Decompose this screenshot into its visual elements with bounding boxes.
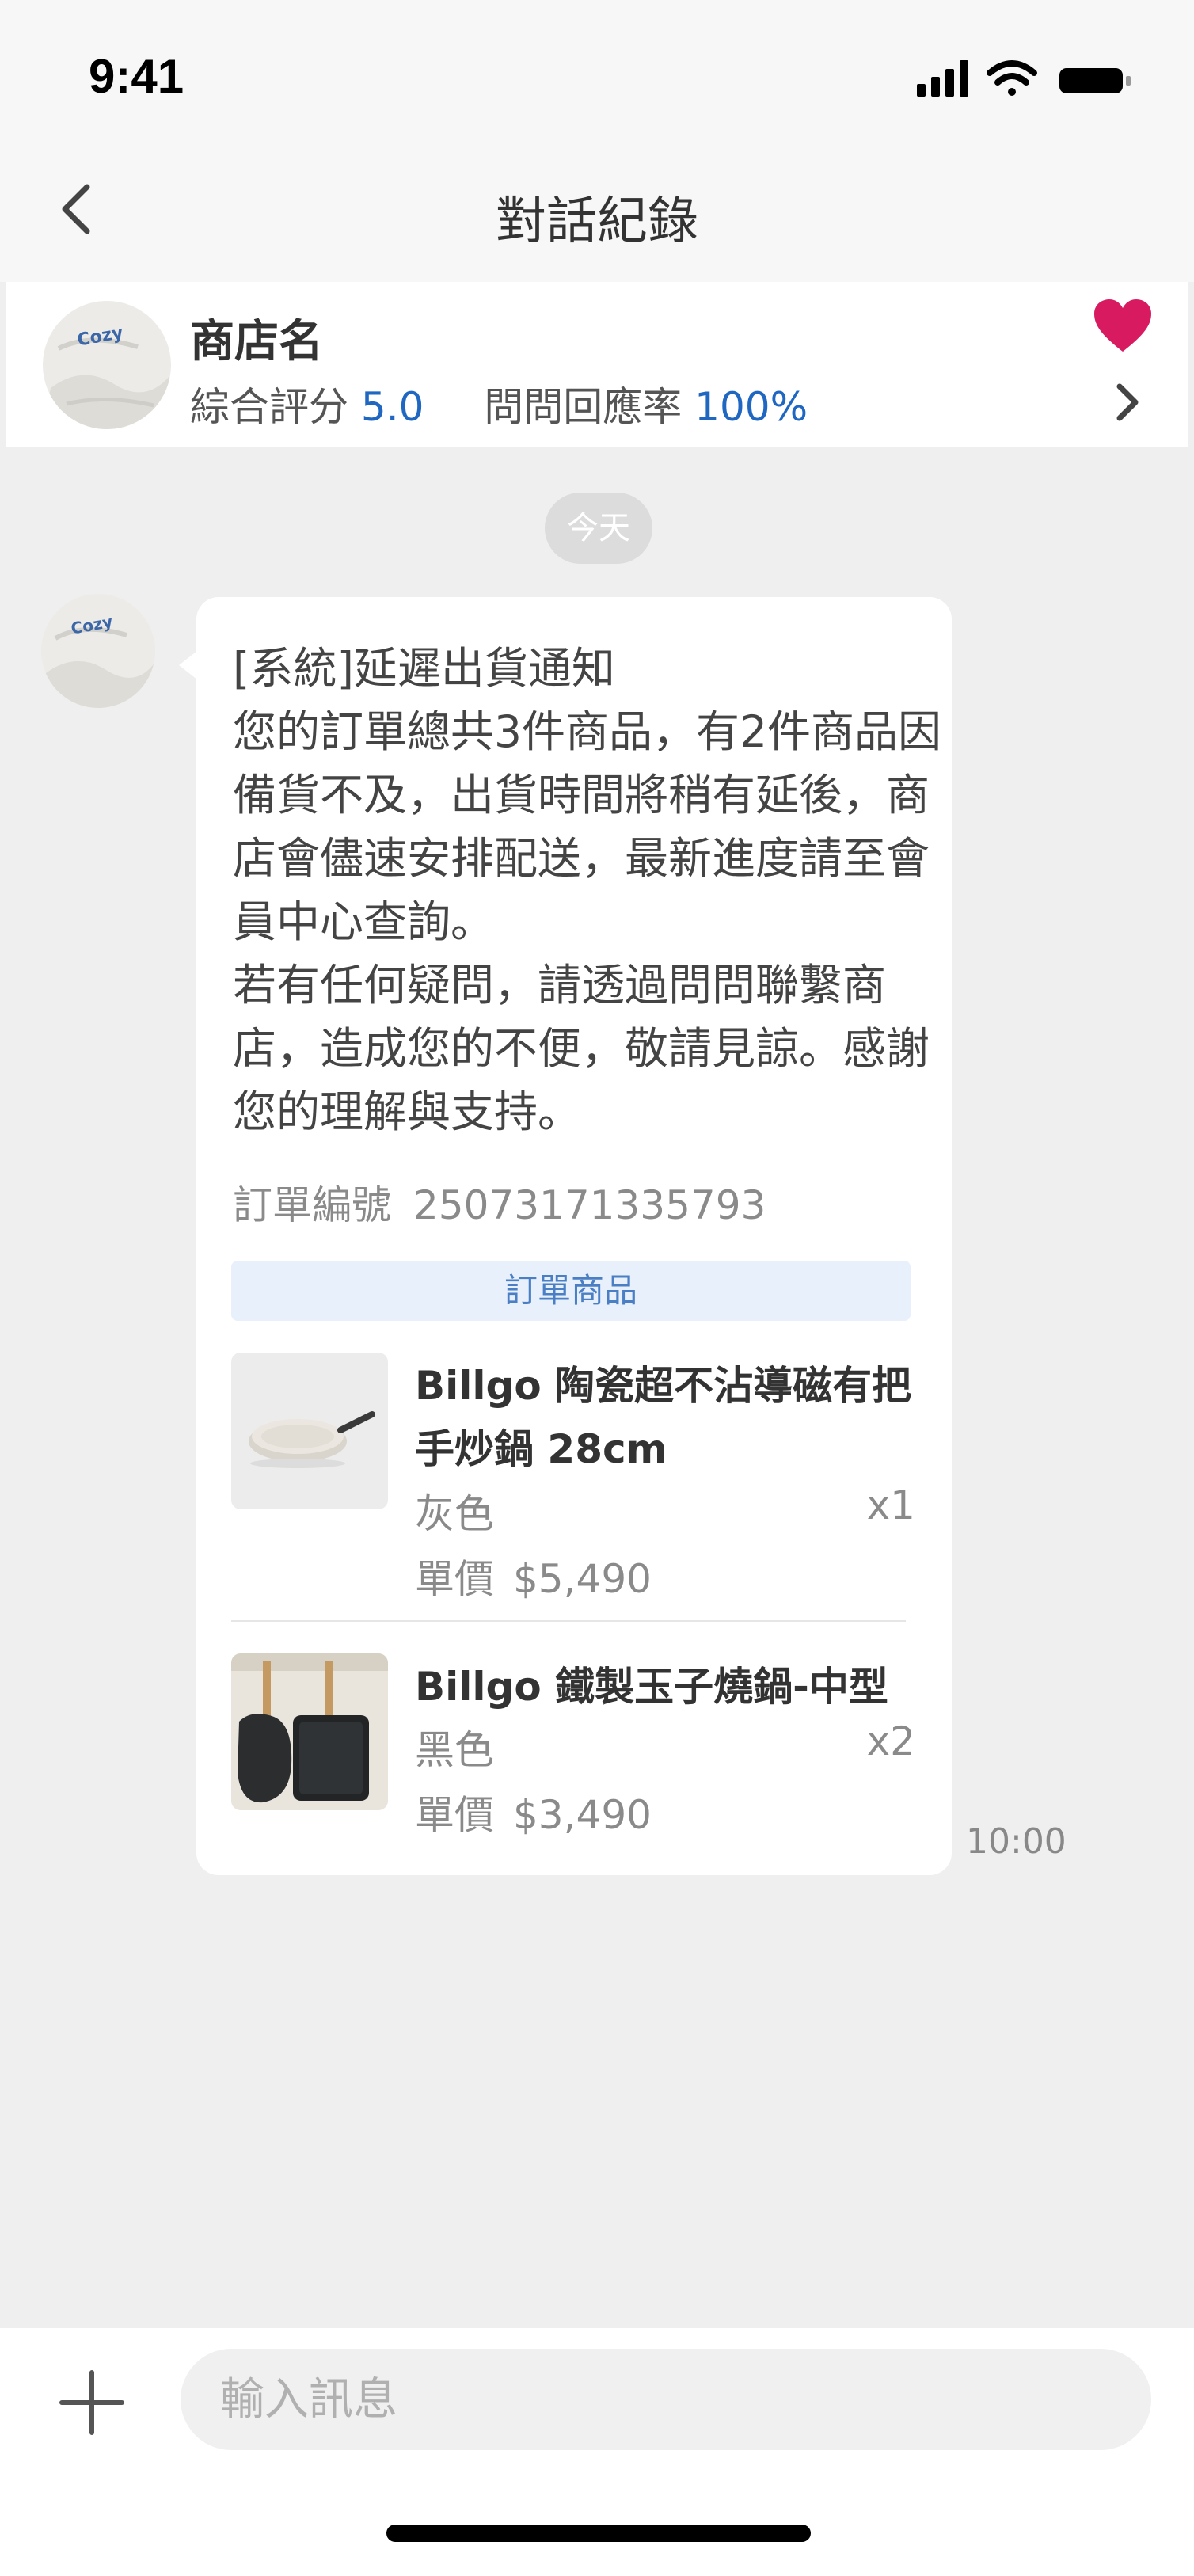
product-name[interactable]: Billgo 鐵製玉子燒鍋-中型 xyxy=(415,1655,915,1718)
battery-icon xyxy=(1059,68,1131,93)
order-number-label: 訂單編號 xyxy=(233,1182,391,1228)
shop-detail-button[interactable] xyxy=(1107,379,1146,426)
product-quantity: x2 xyxy=(866,1718,915,1764)
home-indicator xyxy=(386,2525,811,2542)
order-number: 訂單編號 25073171335793 xyxy=(233,1174,766,1231)
favorite-button[interactable] xyxy=(1093,298,1153,355)
product-variant: 灰色 xyxy=(415,1491,494,1537)
heart-icon xyxy=(1094,299,1151,352)
message-timestamp: 10:00 xyxy=(966,1821,1067,1862)
message-input[interactable] xyxy=(181,2349,1151,2450)
date-separator: 今天 xyxy=(545,493,652,564)
product-name[interactable]: Billgo 陶瓷超不沾導磁有把手炒鍋 28cm xyxy=(415,1354,915,1481)
product-variant: 黑色 xyxy=(415,1727,494,1773)
order-item[interactable]: Billgo 陶瓷超不沾導磁有把手炒鍋 28cm 灰色 x1 單價 $5,490 xyxy=(231,1353,915,1606)
status-time: 9:41 xyxy=(89,50,184,103)
chevron-right-icon xyxy=(1116,383,1139,421)
item-divider xyxy=(231,1620,906,1622)
page-title: 對話紀錄 xyxy=(496,192,698,251)
message-avatar[interactable]: Cozy xyxy=(41,594,155,708)
price-value: $5,490 xyxy=(513,1556,652,1602)
cellular-signal-icon xyxy=(917,60,968,97)
wifi-icon xyxy=(987,60,1037,96)
rating-label: 綜合評分 xyxy=(190,384,348,430)
message-text-content: [系統]延遲出貨通知 您的訂單總共3件商品，有2件商品因備貨不及，出貨時間將稍有… xyxy=(233,643,941,1137)
rating-value: 5.0 xyxy=(360,384,424,430)
message-bubble: [系統]延遲出貨通知 您的訂單總共3件商品，有2件商品因備貨不及，出貨時間將稍有… xyxy=(196,597,952,1875)
nav-bar: 對話紀錄 xyxy=(0,135,1194,282)
product-quantity: x1 xyxy=(866,1482,915,1528)
shop-name: 商店名 xyxy=(190,316,323,367)
response-rate-label: 問問回應率 xyxy=(484,384,683,430)
add-attachment-button[interactable] xyxy=(59,2369,125,2436)
product-thumbnail[interactable] xyxy=(231,1353,388,1509)
price-label: 單價 xyxy=(415,1556,494,1602)
order-item[interactable]: Billgo 鐵製玉子燒鍋-中型 黑色 x2 單價 $3,490 xyxy=(231,1653,915,1859)
plus-icon xyxy=(59,2370,124,2435)
order-number-value: 25073171335793 xyxy=(413,1182,766,1228)
product-price: 單價 $5,490 xyxy=(415,1547,652,1604)
product-thumbnail[interactable] xyxy=(231,1653,388,1810)
order-items-header: 訂單商品 xyxy=(231,1261,911,1321)
message-text: [系統]延遲出貨通知 您的訂單總共3件商品，有2件商品因備貨不及，出貨時間將稍有… xyxy=(233,637,945,1143)
price-value: $3,490 xyxy=(513,1792,652,1838)
product-price: 單價 $3,490 xyxy=(415,1783,652,1840)
price-label: 單價 xyxy=(415,1792,494,1838)
status-bar: 9:41 xyxy=(0,0,1194,135)
shop-avatar[interactable]: Cozy xyxy=(43,301,171,429)
shop-header[interactable]: Cozy 商店名 綜合評分 5.0 問問回應率 100% xyxy=(6,282,1188,447)
response-rate-value: 100% xyxy=(694,384,808,430)
shop-stats: 綜合評分 5.0 問問回應率 100% xyxy=(190,375,808,432)
status-icons xyxy=(917,57,1146,108)
